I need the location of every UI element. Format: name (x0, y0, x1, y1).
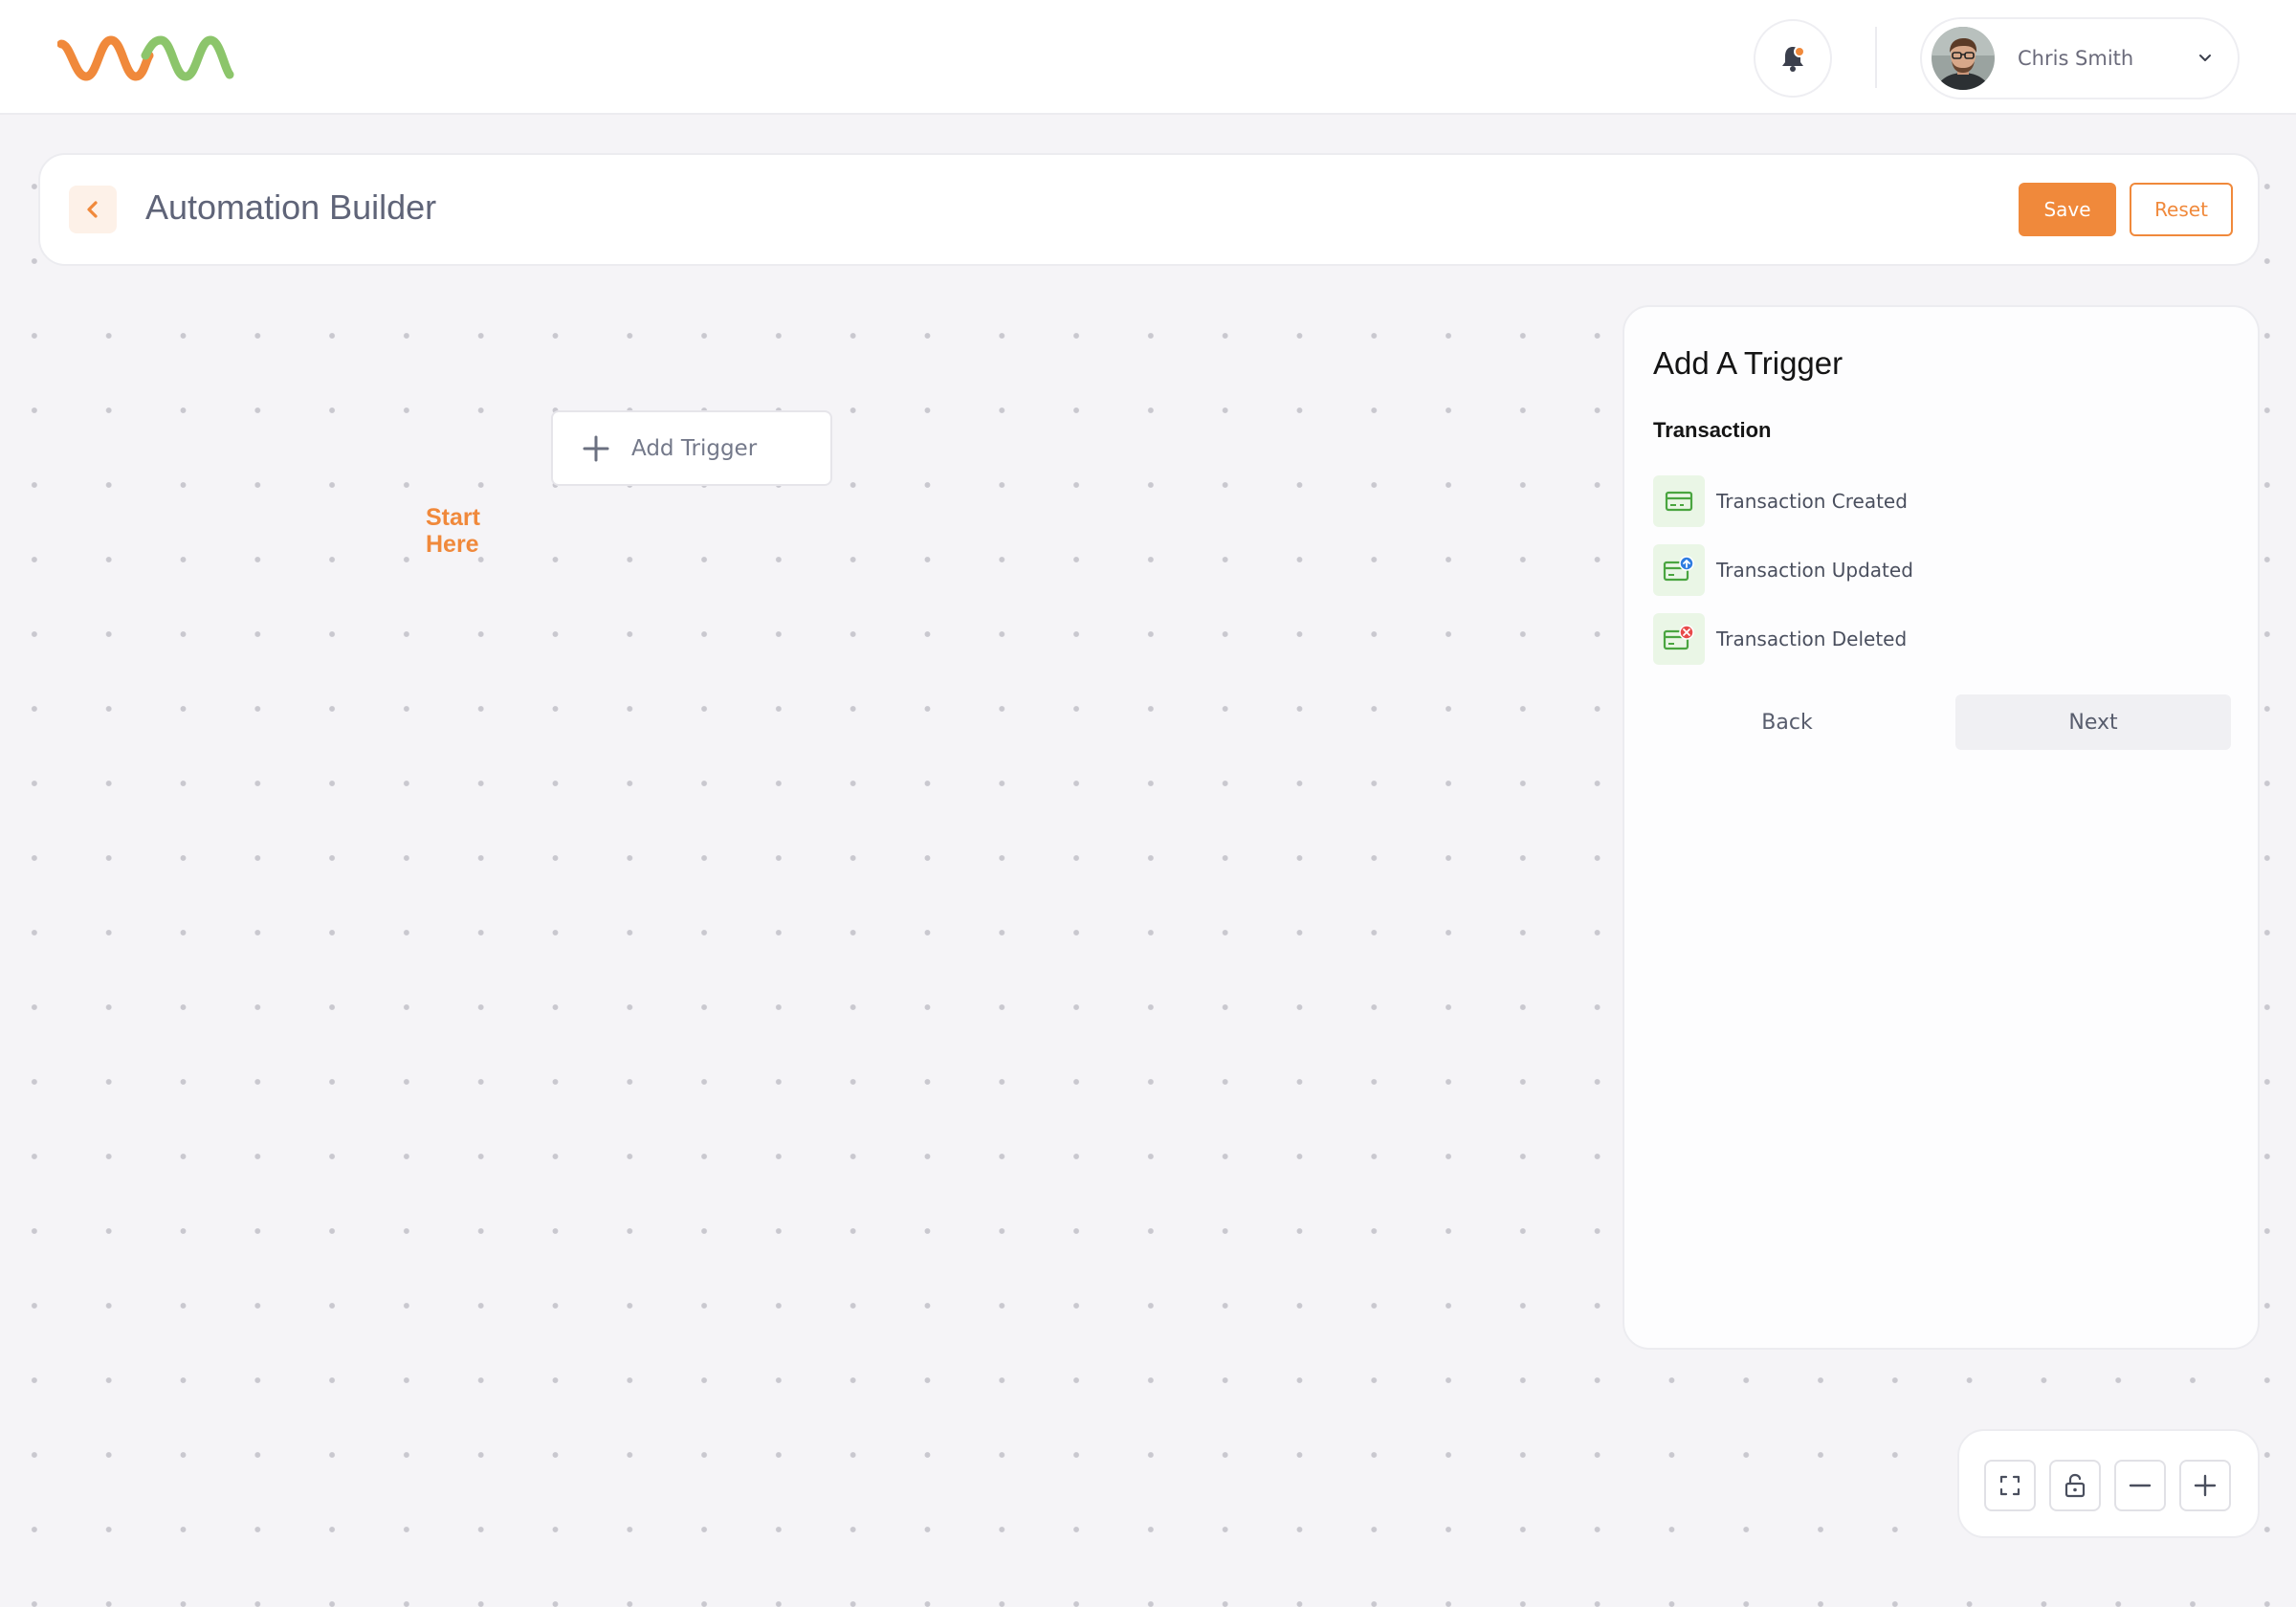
panel-title: Add A Trigger (1653, 345, 1843, 381)
trigger-item-transaction-created[interactable]: Transaction Created (1653, 474, 2036, 528)
canvas-controls (1957, 1429, 2260, 1538)
builder-header: Automation Builder Save Reset (38, 153, 2260, 266)
back-button[interactable] (69, 186, 117, 233)
section-title: Transaction (1653, 418, 1772, 442)
zoom-in-button[interactable] (2179, 1460, 2231, 1511)
reset-button[interactable]: Reset (2130, 183, 2233, 236)
notifications-button[interactable] (1754, 19, 1832, 98)
panel-back-button[interactable]: Back (1653, 694, 1921, 750)
zoom-in-icon (2194, 1474, 2217, 1497)
header-divider (1875, 27, 1877, 88)
add-trigger-node[interactable]: Add Trigger (551, 410, 832, 486)
trigger-item-label: Transaction Created (1716, 490, 1908, 513)
chevron-left-icon (87, 201, 98, 218)
trigger-item-label: Transaction Deleted (1716, 627, 1908, 650)
unlock-icon (2064, 1473, 2086, 1498)
fullscreen-icon (1999, 1475, 2020, 1496)
user-menu[interactable]: Chris Smith (1920, 17, 2240, 99)
card-update-icon (1653, 544, 1705, 596)
lock-button[interactable] (2049, 1460, 2101, 1511)
fullscreen-button[interactable] (1984, 1460, 2036, 1511)
trigger-item-transaction-updated[interactable]: Transaction Updated (1653, 543, 2036, 597)
add-trigger-label: Add Trigger (631, 435, 758, 461)
trigger-item-label: Transaction Updated (1716, 559, 1913, 582)
zoom-out-button[interactable] (2114, 1460, 2166, 1511)
user-name: Chris Smith (2018, 47, 2134, 70)
zoom-out-icon (2129, 1484, 2152, 1487)
avatar (1932, 27, 1995, 90)
chevron-down-icon (2199, 55, 2211, 61)
bell-icon (1782, 46, 1805, 72)
card-icon (1653, 475, 1705, 527)
start-here-label: Start Here (426, 504, 480, 558)
panel-next-button[interactable]: Next (1955, 694, 2231, 750)
save-button[interactable]: Save (2019, 183, 2116, 236)
page-title: Automation Builder (145, 187, 437, 227)
logo-icon[interactable] (56, 29, 235, 88)
card-delete-icon (1653, 613, 1705, 665)
plus-icon (583, 435, 609, 461)
top-navbar: Chris Smith (0, 0, 2296, 115)
add-trigger-panel: Add A Trigger Transaction Transaction Cr… (1623, 305, 2260, 1350)
trigger-item-transaction-deleted[interactable]: Transaction Deleted (1653, 612, 2036, 666)
